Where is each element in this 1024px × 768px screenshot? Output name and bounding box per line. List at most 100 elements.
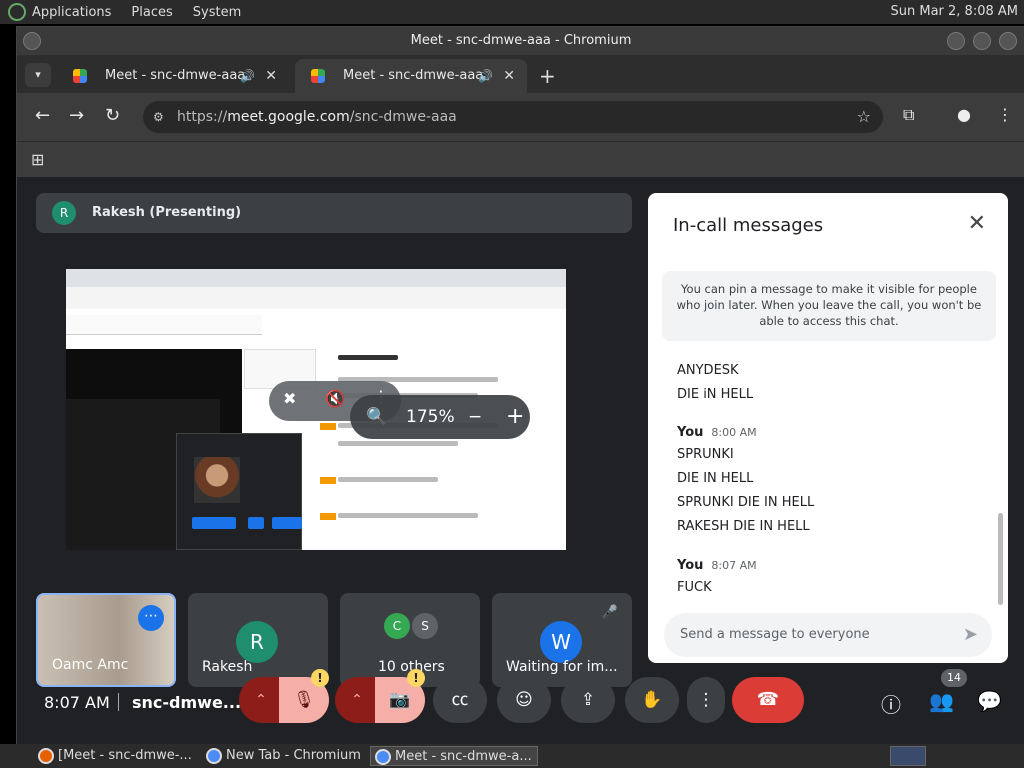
meet-area: R Rakesh (Presenting) ✖ 🔇 🔍 175% − + ⋯ O… — [17, 177, 1024, 745]
browser-window: Meet - snc-dmwe-aaa - Chromium ▾ Meet - … — [16, 26, 1024, 745]
maximize-icon[interactable] — [973, 32, 991, 50]
url-scheme: https:// — [177, 109, 228, 125]
meeting-code: snc-dmwe... — [132, 693, 242, 712]
reload-icon[interactable]: ↻ — [105, 105, 120, 126]
places-menu[interactable]: Places — [131, 5, 172, 20]
gnome-logo-icon[interactable] — [8, 3, 26, 21]
shared-screen-button — [192, 517, 236, 529]
apps-grid-icon[interactable]: ⊞ — [31, 150, 44, 169]
zoom-in-icon[interactable]: + — [506, 395, 524, 439]
forward-icon[interactable]: → — [69, 105, 84, 126]
speaker-icon[interactable]: 🔊 — [478, 59, 493, 93]
taskbar-item[interactable]: New Tab - Chromium — [202, 746, 366, 766]
speaker-icon[interactable]: 🔊 — [240, 59, 255, 93]
message-time: 8:00 AM — [711, 426, 757, 439]
window-menu-icon[interactable] — [23, 32, 41, 50]
chat-scrollbar[interactable] — [998, 513, 1003, 605]
chat-panel: In-call messages ✕ You can pin a message… — [648, 193, 1008, 663]
warning-icon: ! — [407, 669, 425, 687]
bookmarks-bar: ⊞ — [17, 141, 1024, 177]
taskbar-label: New Tab - Chromium — [226, 748, 361, 763]
tab-close-icon[interactable]: ✕ — [503, 59, 515, 93]
people-count-badge: 14 — [941, 669, 967, 687]
taskbar-label: Meet - snc-dmwe-a... — [395, 749, 532, 764]
address-bar[interactable]: ⚙ https://meet.google.com/snc-dmwe-aaa ☆ — [143, 101, 883, 133]
sender-name: You — [677, 425, 704, 440]
leave-call-button[interactable]: ☎ — [732, 677, 804, 723]
taskbar-label: [Meet - snc-dmwe-... — [58, 748, 192, 763]
sender-name: You — [677, 558, 704, 573]
presenting-label: Rakesh (Presenting) — [92, 205, 242, 220]
shared-screen-button — [272, 517, 302, 529]
pin-off-icon[interactable]: ✖ — [283, 389, 296, 408]
site-info-icon[interactable]: ⚙ — [153, 101, 164, 133]
mute-icon[interactable]: 🔇 — [325, 389, 345, 408]
zoom-value: 175% — [406, 407, 455, 427]
shared-screen-search — [66, 315, 262, 335]
participant-avatar: W — [540, 621, 582, 663]
people-icon[interactable]: 👥 — [929, 689, 954, 713]
chat-input-placeholder: Send a message to everyone — [680, 627, 870, 642]
chat-sender: You 8:00 AM — [677, 425, 757, 440]
chat-message: SPRUNKI DIE IN HELL — [677, 495, 815, 510]
chat-sender: You 8:07 AM — [677, 558, 757, 573]
emoji-button[interactable]: ☺ — [497, 677, 551, 723]
send-icon[interactable]: ➤ — [963, 613, 978, 657]
shared-screen-tabs — [66, 269, 566, 287]
new-tab-icon[interactable]: + — [539, 59, 556, 93]
url-host: meet.google.com — [227, 109, 350, 125]
window-title: Meet - snc-dmwe-aaa - Chromium — [410, 33, 632, 48]
captions-button[interactable]: ㏄ — [433, 677, 487, 723]
chat-message: FUCK — [677, 580, 712, 595]
participant-avatar: C — [384, 613, 410, 639]
zoom-out-icon[interactable]: − — [468, 395, 482, 439]
panel-clock[interactable]: Sun Mar 2, 8:08 AM — [891, 4, 1019, 19]
browser-toolbar: ← → ↻ ⚙ https://meet.google.com/snc-dmwe… — [17, 93, 1024, 141]
chat-message: DIE IN HELL — [677, 471, 754, 486]
tab-close-icon[interactable]: ✕ — [265, 59, 277, 93]
minimize-icon[interactable] — [947, 32, 965, 50]
tab-search-button[interactable]: ▾ — [25, 63, 51, 87]
taskbar-item[interactable]: Meet - snc-dmwe-a... — [370, 746, 538, 766]
message-time: 8:07 AM — [711, 559, 757, 572]
window-titlebar[interactable]: Meet - snc-dmwe-aaa - Chromium — [17, 27, 1024, 55]
tab-meet-2[interactable]: Meet - snc-dmwe-aaa 🔊 ✕ — [295, 59, 527, 93]
zoom-control: 🔍 175% − + — [350, 395, 530, 439]
meet-favicon-icon — [73, 69, 87, 83]
chromium-icon — [206, 748, 222, 764]
divider — [118, 693, 119, 711]
more-options-icon[interactable]: ⋯ — [138, 605, 164, 631]
taskbar: [Meet - snc-dmwe-... New Tab - Chromium … — [0, 744, 1024, 768]
profile-icon[interactable]: ● — [957, 105, 971, 124]
chat-title: In-call messages — [673, 215, 824, 236]
tab-label: Meet - snc-dmwe-aaa — [105, 68, 246, 83]
workspace-switcher[interactable] — [890, 746, 926, 766]
presenter-avatar: R — [52, 201, 76, 225]
meet-controls: 8:07 AM snc-dmwe... ⌃ 🎙 ! ⌃ 📷 ! ㏄ ☺ ⇪ ✋ … — [17, 665, 1024, 745]
more-options-button[interactable]: ⋮ — [687, 677, 725, 723]
present-button[interactable]: ⇪ — [561, 677, 615, 723]
chat-notice: You can pin a message to make it visible… — [662, 271, 996, 341]
chat-input[interactable]: Send a message to everyone ➤ — [664, 613, 992, 657]
top-panel: Applications Places System Sun Mar 2, 8:… — [0, 0, 1024, 24]
applications-menu[interactable]: Applications — [32, 5, 111, 20]
system-menu[interactable]: System — [193, 5, 241, 20]
participant-avatar: R — [236, 621, 278, 663]
shared-screen-subtitles — [316, 349, 566, 550]
extensions-icon[interactable]: ⧉ — [903, 105, 914, 125]
chat-icon[interactable]: 💬 — [977, 689, 1002, 713]
close-window-icon[interactable] — [999, 32, 1017, 50]
video-options-chevron-icon[interactable]: ⌃ — [335, 677, 379, 723]
chat-message: SPRUNKI — [677, 447, 734, 462]
back-icon[interactable]: ← — [35, 105, 50, 126]
audio-options-chevron-icon[interactable]: ⌃ — [239, 677, 283, 723]
meeting-info-icon[interactable]: ⓘ — [881, 689, 901, 718]
muted-mic-icon: 🎤 — [601, 605, 618, 620]
raise-hand-button[interactable]: ✋ — [625, 677, 679, 723]
meet-favicon-icon — [311, 69, 325, 83]
close-icon[interactable]: ✕ — [968, 211, 986, 236]
taskbar-item[interactable]: [Meet - snc-dmwe-... — [34, 746, 198, 766]
bookmark-star-icon[interactable]: ☆ — [857, 101, 871, 133]
browser-menu-icon[interactable]: ⋮ — [997, 105, 1013, 124]
tab-meet-1[interactable]: Meet - snc-dmwe-aaa 🔊 ✕ — [57, 59, 289, 93]
